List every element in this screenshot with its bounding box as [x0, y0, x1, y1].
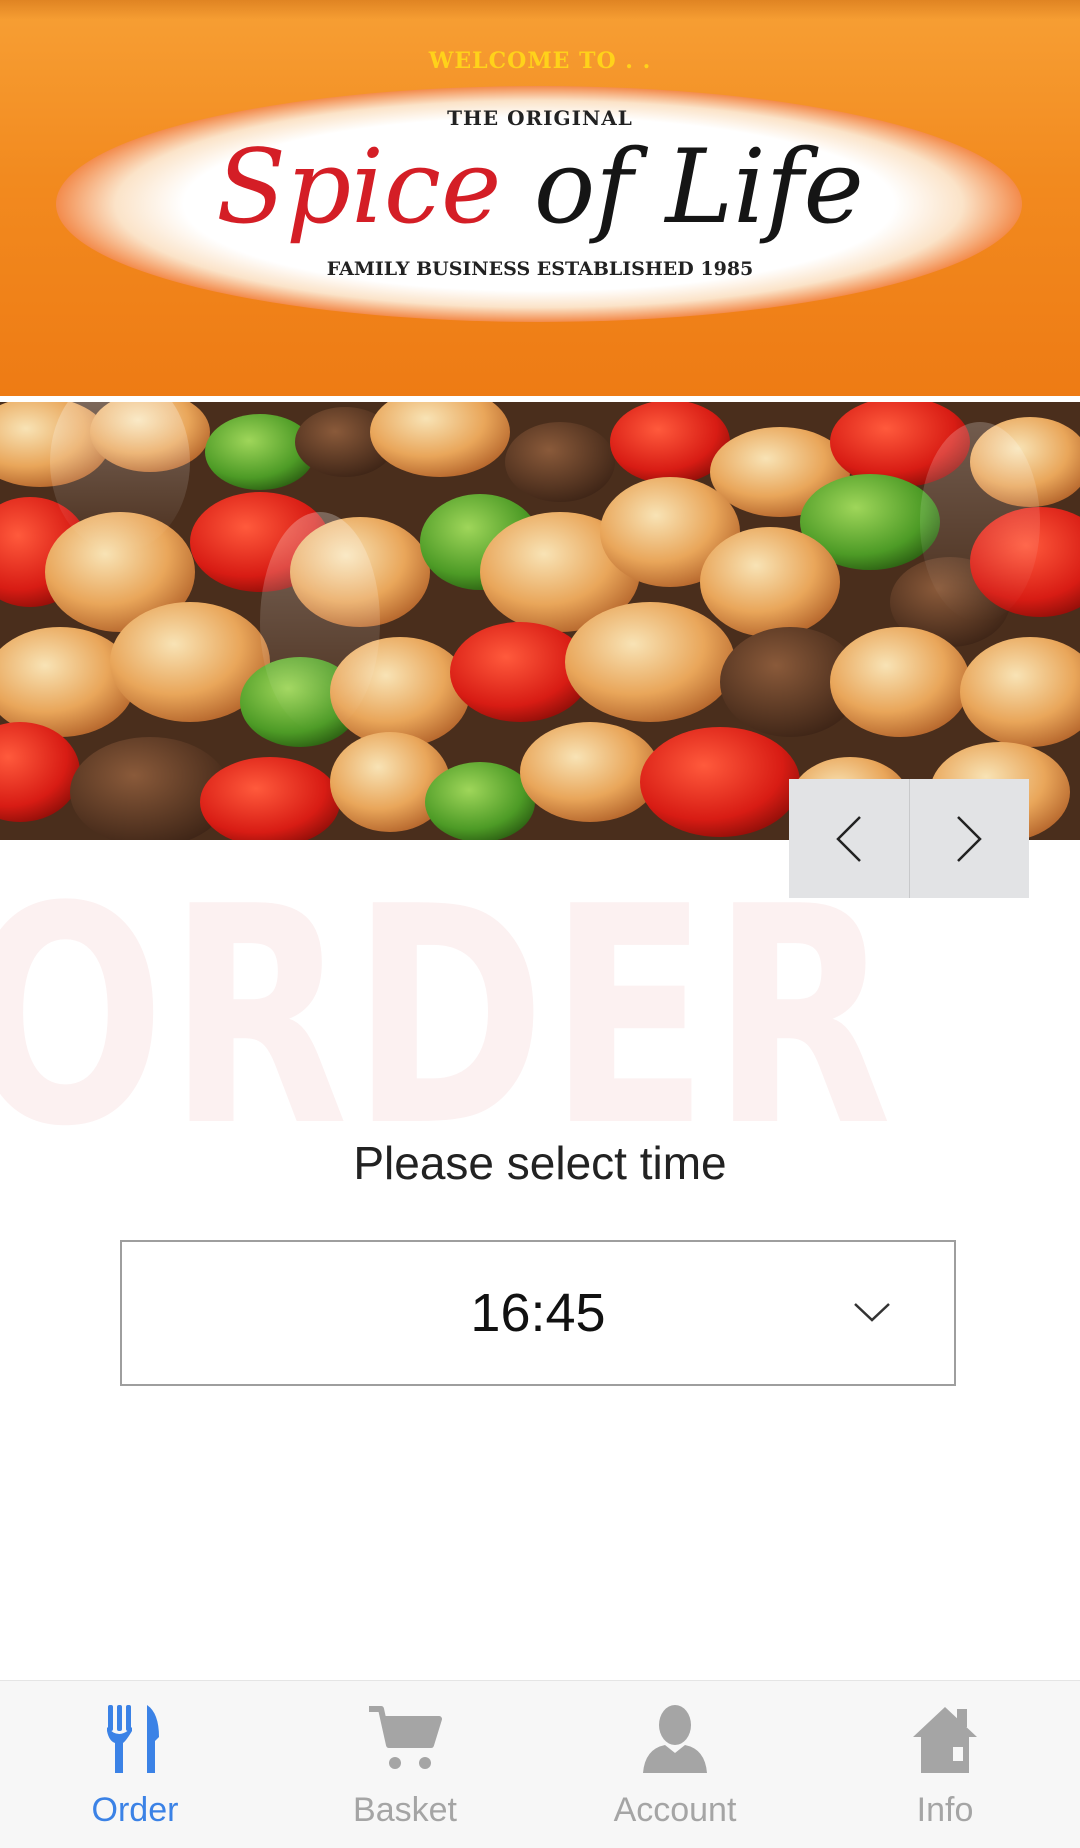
select-time-label: Please select time: [353, 1137, 727, 1189]
nav-item-account[interactable]: Account: [540, 1681, 810, 1848]
app-screen: WELCOME TO . . THE ORIGINAL Spice of Lif…: [0, 0, 1080, 1848]
logo-tagline: FAMILY BUSINESS ESTABLISHED 1985: [326, 258, 754, 280]
nav-label-account: Account: [613, 1791, 737, 1829]
nav-item-order[interactable]: Order: [0, 1681, 270, 1848]
bottom-navigation: Order Basket Account Info: [0, 1680, 1080, 1848]
nav-item-info[interactable]: Info: [810, 1681, 1080, 1848]
chevron-right-icon: [957, 815, 983, 862]
logo-title: Spice of Life: [0, 128, 1080, 248]
time-select-dropdown[interactable]: 16:45: [120, 1240, 956, 1386]
fork-knife-icon: [107, 1705, 159, 1773]
welcome-text: WELCOME TO . .: [428, 48, 652, 74]
logo-original-text: THE ORIGINAL: [447, 106, 633, 130]
nav-label-info: Info: [916, 1791, 974, 1829]
logo-title-spice: Spice: [216, 128, 502, 247]
nav-label-order: Order: [91, 1791, 179, 1829]
header-logo-banner: WELCOME TO . . THE ORIGINAL Spice of Lif…: [0, 0, 1080, 396]
selected-time-value: 16:45: [470, 1283, 606, 1343]
home-icon: [913, 1707, 977, 1773]
logo-title-rest: of Life: [501, 128, 864, 247]
order-watermark: ORDER: [0, 843, 895, 1192]
kebab-illustration: [0, 402, 1080, 840]
food-banner-image: [0, 402, 1080, 840]
nav-label-basket: Basket: [353, 1791, 457, 1829]
chevron-down-icon: [854, 1303, 890, 1322]
user-icon: [643, 1705, 707, 1773]
slider-next-button[interactable]: [908, 779, 1030, 898]
nav-item-basket[interactable]: Basket: [270, 1681, 540, 1848]
cart-icon: [369, 1706, 442, 1769]
